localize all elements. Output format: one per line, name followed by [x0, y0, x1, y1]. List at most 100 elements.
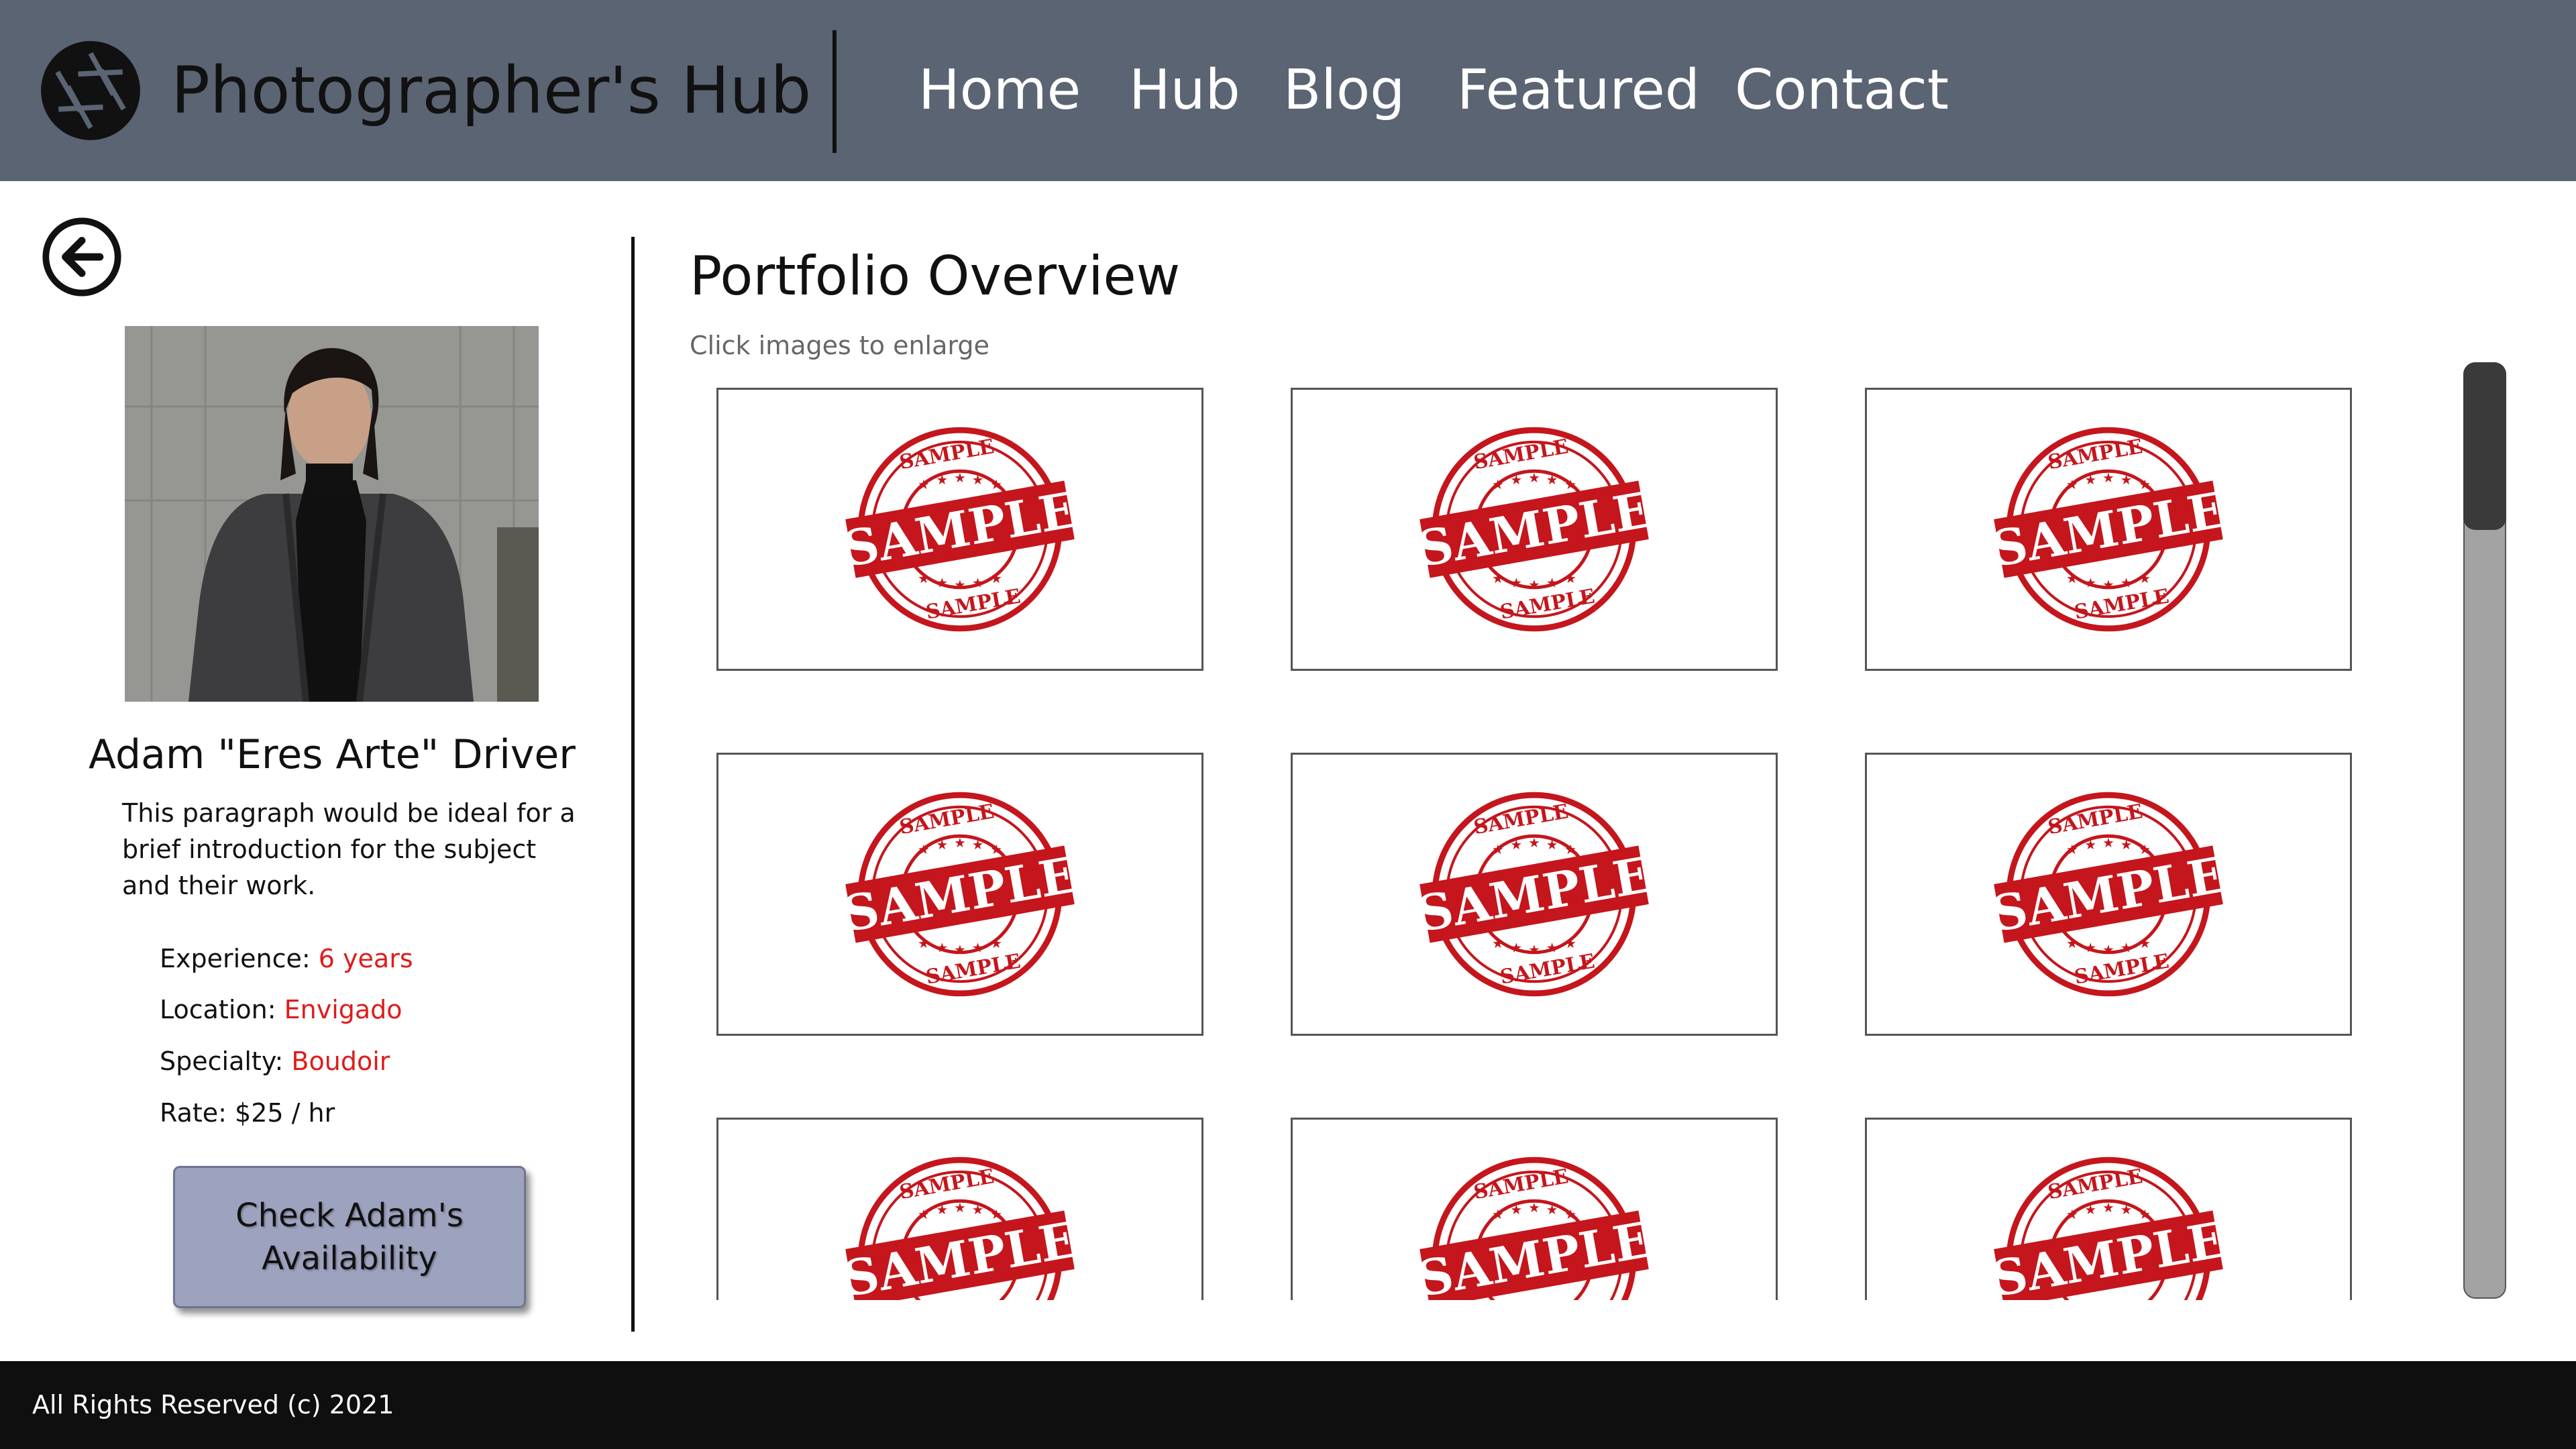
- svg-text:★: ★: [918, 1207, 930, 1222]
- arrow-left-circle-icon[interactable]: [41, 216, 123, 298]
- top-header: Photographer's Hub Home Hub Blog Feature…: [0, 0, 2576, 181]
- svg-text:★: ★: [1492, 477, 1504, 492]
- portfolio-gallery: SAMPLE SAMPLE SAMPLE ★ ★ ★ ★ ★ ★ ★ ★ ★ ★ SAMPLE SAMPLE…: [711, 386, 2388, 1300]
- svg-text:★: ★: [2102, 1200, 2114, 1216]
- svg-text:★: ★: [918, 571, 930, 586]
- svg-text:★: ★: [1511, 941, 1523, 956]
- portfolio-thumbnail[interactable]: SAMPLE SAMPLE SAMPLE ★ ★ ★ ★ ★ ★ ★ ★ ★ ★: [1291, 388, 1778, 671]
- nav-blog[interactable]: Blog: [1283, 54, 1405, 127]
- svg-text:★: ★: [1564, 936, 1576, 951]
- svg-text:★: ★: [1528, 943, 1540, 958]
- cta-line-2: Availability: [262, 1240, 437, 1277]
- stamp-main-text: SAMPLE: [1413, 1212, 1656, 1300]
- copyright-text: All Rights Reserved (c) 2021: [32, 1390, 394, 1419]
- brand-title[interactable]: Photographer's Hub: [171, 54, 811, 127]
- portfolio-thumbnail[interactable]: SAMPLE SAMPLE SAMPLE ★ ★ ★ ★ ★ ★ ★ ★ ★ ★: [1865, 753, 2352, 1036]
- nav-home[interactable]: Home: [918, 54, 1081, 127]
- svg-text:★: ★: [2066, 1207, 2078, 1222]
- svg-text:★: ★: [2085, 472, 2097, 488]
- svg-text:★: ★: [954, 835, 966, 851]
- detail-label: Location:: [160, 995, 284, 1024]
- svg-text:★: ★: [2102, 470, 2114, 486]
- svg-text:★: ★: [936, 837, 949, 853]
- sample-stamp-image: SAMPLESAMPLESAMPLE★ ★ ★ ★ ★★ ★ ★ ★ ★: [1988, 1157, 2230, 1300]
- sample-stamp-image: SAMPLESAMPLESAMPLE★ ★ ★ ★ ★★ ★ ★ ★ ★: [839, 1157, 1081, 1300]
- svg-text:★: ★: [954, 470, 966, 486]
- svg-text:★: ★: [2085, 837, 2097, 853]
- svg-text:★: ★: [1511, 576, 1523, 591]
- svg-text:★: ★: [918, 477, 930, 492]
- svg-text:★: ★: [1546, 1202, 1558, 1218]
- svg-text:★: ★: [2139, 571, 2151, 586]
- nav-contact[interactable]: Contact: [1735, 54, 1949, 127]
- cta-line-1: Check Adam's: [235, 1197, 464, 1234]
- detail-experience: Experience: 6 years: [160, 942, 413, 975]
- stamp-main-text: SAMPLE: [1413, 482, 1656, 579]
- detail-value: Boudoir: [291, 1046, 390, 1076]
- svg-text:★: ★: [1564, 842, 1576, 857]
- photographer-name: Adam "Eres Arte" Driver: [89, 731, 576, 778]
- svg-text:★: ★: [2139, 477, 2151, 492]
- portfolio-thumbnail[interactable]: SAMPLE SAMPLE SAMPLE ★ ★ ★ ★ ★ ★ ★ ★ ★ ★: [716, 753, 1203, 1036]
- svg-text:★: ★: [2121, 1202, 2133, 1218]
- svg-text:★: ★: [2066, 571, 2078, 586]
- svg-text:★: ★: [972, 1202, 984, 1218]
- nav-featured[interactable]: Featured: [1457, 54, 1700, 127]
- svg-text:★: ★: [1511, 1202, 1523, 1218]
- svg-text:★: ★: [936, 576, 949, 591]
- sample-stamp-image: SAMPLESAMPLESAMPLE★ ★ ★ ★ ★★ ★ ★ ★ ★: [1988, 427, 2230, 632]
- portfolio-thumbnail[interactable]: SAMPLE SAMPLE SAMPLE ★ ★ ★ ★ ★ ★ ★ ★ ★ ★: [1291, 753, 1778, 1036]
- portfolio-thumbnail[interactable]: SAMPLE SAMPLE SAMPLE ★ ★ ★ ★ ★ ★ ★ ★ ★ ★: [1865, 388, 2352, 671]
- svg-text:★: ★: [1492, 1207, 1504, 1222]
- detail-specialty: Specialty: Boudoir: [160, 1044, 390, 1078]
- svg-text:★: ★: [990, 842, 1002, 857]
- svg-text:★: ★: [2102, 835, 2114, 851]
- svg-text:★: ★: [2085, 1202, 2097, 1218]
- sample-stamp-image: SAMPLESAMPLESAMPLE★ ★ ★ ★ ★★ ★ ★ ★ ★: [839, 792, 1081, 997]
- stamp-main-text: SAMPLE: [839, 1212, 1081, 1300]
- svg-text:★: ★: [972, 837, 984, 853]
- camera-aperture-icon[interactable]: [39, 39, 142, 142]
- portfolio-thumbnail[interactable]: SAMPLE SAMPLE SAMPLE ★ ★ ★ ★ ★ ★ ★ ★ ★ ★: [1865, 1118, 2352, 1300]
- portfolio-thumbnail[interactable]: SAMPLE SAMPLE SAMPLE ★ ★ ★ ★ ★ ★ ★ ★ ★ ★: [716, 388, 1203, 671]
- svg-text:★: ★: [990, 571, 1002, 586]
- detail-label: Specialty:: [160, 1046, 292, 1076]
- stamp-main-text: SAMPLE: [1988, 482, 2230, 579]
- svg-text:★: ★: [1511, 472, 1523, 488]
- portfolio-thumbnail[interactable]: SAMPLE SAMPLE SAMPLE ★ ★ ★ ★ ★ ★ ★ ★ ★ ★: [1291, 1118, 1778, 1300]
- svg-text:★: ★: [2102, 578, 2114, 593]
- sample-stamp-image: SAMPLESAMPLESAMPLE★ ★ ★ ★ ★★ ★ ★ ★ ★: [1413, 1157, 1656, 1300]
- stamp-main-text: SAMPLE: [1988, 1212, 2230, 1300]
- svg-text:★: ★: [2121, 576, 2133, 591]
- svg-text:★: ★: [2139, 1207, 2151, 1222]
- svg-text:★: ★: [1528, 1200, 1540, 1216]
- detail-location: Location: Envigado: [160, 993, 402, 1026]
- check-availability-button[interactable]: Check Adam's Availability: [173, 1166, 526, 1308]
- svg-text:★: ★: [2102, 943, 2114, 958]
- sample-stamp-image: SAMPLESAMPLESAMPLE★ ★ ★ ★ ★★ ★ ★ ★ ★: [1413, 792, 1656, 997]
- svg-text:★: ★: [1546, 576, 1558, 591]
- page-subtitle: Click images to enlarge: [690, 331, 989, 360]
- scrollbar-thumb[interactable]: [2463, 362, 2506, 530]
- svg-text:★: ★: [1492, 842, 1504, 857]
- nav-hub[interactable]: Hub: [1129, 54, 1240, 127]
- svg-text:★: ★: [972, 941, 984, 956]
- svg-text:★: ★: [990, 1207, 1002, 1222]
- svg-text:★: ★: [972, 576, 984, 591]
- portfolio-thumbnail[interactable]: SAMPLE SAMPLE SAMPLE ★ ★ ★ ★ ★ ★ ★ ★ ★ ★: [716, 1118, 1203, 1300]
- svg-text:★: ★: [2139, 936, 2151, 951]
- sample-stamp-image: SAMPLESAMPLESAMPLE★ ★ ★ ★ ★★ ★ ★ ★ ★: [1988, 792, 2230, 997]
- page-title: Portfolio Overview: [690, 245, 1181, 307]
- svg-text:★: ★: [1528, 470, 1540, 486]
- svg-text:★: ★: [954, 578, 966, 593]
- svg-text:★: ★: [972, 472, 984, 488]
- detail-value: 6 years: [318, 944, 413, 973]
- svg-text:★: ★: [2066, 936, 2078, 951]
- sample-stamp-image: SAMPLESAMPLESAMPLE★ ★ ★ ★ ★★ ★ ★ ★ ★: [839, 427, 1081, 632]
- stamp-main-text: SAMPLE: [839, 482, 1081, 579]
- detail-rate: Rate: $25 / hr: [160, 1096, 335, 1130]
- stamp-main-text: SAMPLE: [1988, 847, 2230, 944]
- svg-text:★: ★: [1564, 571, 1576, 586]
- sample-stamp-image: SAMPLESAMPLESAMPLE★ ★ ★ ★ ★★ ★ ★ ★ ★: [1413, 427, 1656, 632]
- svg-text:★: ★: [2139, 842, 2151, 857]
